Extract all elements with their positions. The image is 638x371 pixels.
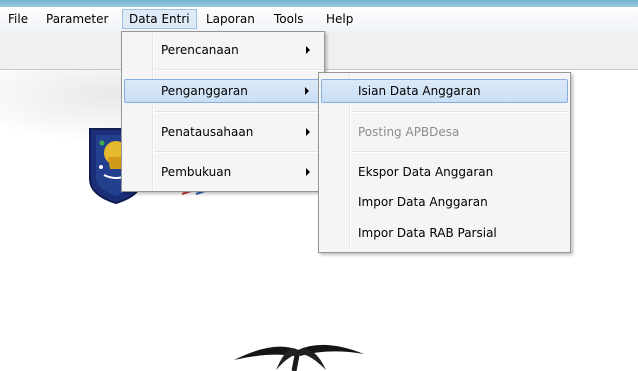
menu-item-label: Isian Data Anggaran bbox=[358, 84, 481, 98]
menu-item-penatausahaan[interactable]: Penatausahaan bbox=[124, 120, 322, 144]
menu-item-label: Pembukuan bbox=[161, 165, 232, 179]
menu-item-label: Perencanaan bbox=[161, 43, 239, 57]
menu-file[interactable]: File bbox=[2, 9, 34, 29]
menu-item-impor-data-rab-parsial[interactable]: Impor Data RAB Parsial bbox=[321, 221, 568, 245]
submenu-arrow-icon bbox=[306, 128, 310, 136]
submenu-arrow-icon bbox=[305, 87, 309, 95]
menu-item-label: Penganggaran bbox=[161, 84, 248, 98]
penganggaran-submenu: Isian Data Anggaran Posting APBDesa Eksp… bbox=[318, 72, 571, 253]
menu-item-pembukuan[interactable]: Pembukuan bbox=[124, 160, 322, 184]
submenu-arrow-icon bbox=[306, 168, 310, 176]
menu-item-label: Impor Data Anggaran bbox=[358, 195, 488, 209]
menu-item-label: Impor Data RAB Parsial bbox=[358, 226, 497, 240]
menu-tools[interactable]: Tools bbox=[268, 9, 310, 29]
menu-item-isian-data-anggaran[interactable]: Isian Data Anggaran bbox=[321, 79, 568, 103]
menu-laporan[interactable]: Laporan bbox=[200, 9, 261, 29]
palm-tree-icon bbox=[234, 344, 364, 371]
menu-bar: File Parameter Data Entri Laporan Tools … bbox=[0, 7, 638, 32]
menu-separator bbox=[352, 151, 568, 153]
window-title-bar-edge bbox=[0, 0, 638, 7]
menu-data-entri[interactable]: Data Entri bbox=[122, 9, 197, 29]
submenu-arrow-icon bbox=[306, 46, 310, 54]
data-entri-menu: Perencanaan Penganggaran Penatausahaan P… bbox=[121, 31, 325, 192]
menu-item-penganggaran[interactable]: Penganggaran bbox=[124, 79, 322, 103]
menu-separator bbox=[155, 111, 322, 113]
menu-separator bbox=[155, 69, 322, 71]
menu-item-label: Ekspor Data Anggaran bbox=[358, 165, 494, 179]
menu-help[interactable]: Help bbox=[320, 9, 359, 29]
menu-item-perencanaan[interactable]: Perencanaan bbox=[124, 38, 322, 62]
menu-parameter[interactable]: Parameter bbox=[40, 9, 114, 29]
menu-item-label: Posting APBDesa bbox=[358, 125, 460, 139]
menu-item-label: Penatausahaan bbox=[161, 125, 254, 139]
menu-item-posting-apbdesa[interactable]: Posting APBDesa bbox=[321, 120, 568, 144]
menu-separator bbox=[352, 111, 568, 113]
menu-separator bbox=[155, 151, 322, 153]
menu-item-impor-data-anggaran[interactable]: Impor Data Anggaran bbox=[321, 190, 568, 214]
menu-item-ekspor-data-anggaran[interactable]: Ekspor Data Anggaran bbox=[321, 160, 568, 184]
